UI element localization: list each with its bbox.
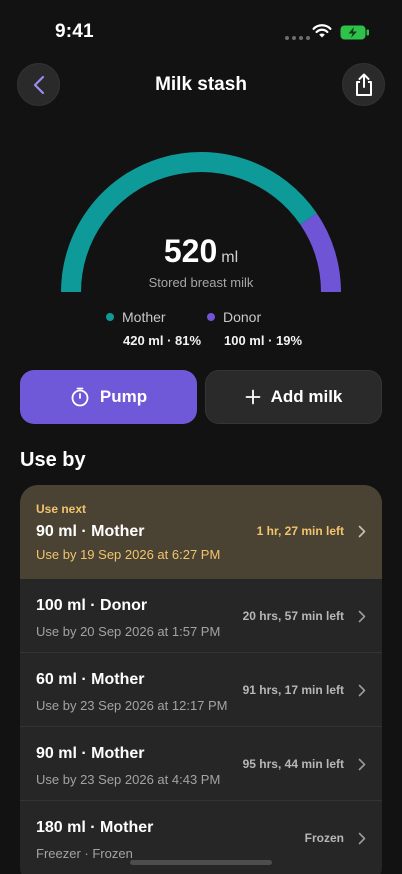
- status-time: 9:41: [55, 21, 94, 42]
- status-bar: 9:41: [0, 0, 402, 54]
- list-item-subtitle: Use by 20 Sep 2026 at 1:57 PM: [36, 624, 221, 639]
- list-item-title: 60 ml · Mother: [36, 671, 145, 688]
- list-item-title: 180 ml · Mother: [36, 819, 154, 836]
- list-item-title: 90 ml · Mother: [36, 523, 145, 540]
- add-milk-button[interactable]: Add milk: [205, 370, 382, 424]
- list-item[interactable]: 60 ml · Mother Use by 23 Sep 2026 at 12:…: [20, 653, 382, 727]
- stored-amount: 520 ml: [0, 233, 402, 270]
- timer-icon: [71, 387, 89, 407]
- use-by-list: Use next 90 ml · Mother Use by 19 Sep 20…: [20, 485, 382, 874]
- stored-amount-unit: ml: [221, 249, 239, 266]
- signal-dots-icon: [285, 36, 310, 40]
- list-item-subtitle: Freezer · Frozen: [36, 846, 133, 861]
- share-button[interactable]: [342, 63, 385, 106]
- list-item-time-left: 91 hrs, 17 min left: [242, 683, 344, 697]
- section-title-use-by: Use by: [20, 449, 86, 471]
- wifi-icon: [312, 24, 332, 38]
- list-item-time-left: 20 hrs, 57 min left: [242, 609, 344, 623]
- list-item-title: 90 ml · Mother: [36, 745, 145, 762]
- share-icon: [355, 73, 372, 96]
- chevron-right-icon: [358, 684, 366, 697]
- list-item-title: 100 ml · Donor: [36, 597, 148, 614]
- gauge-arc-mother: [61, 152, 317, 293]
- list-item-subtitle: Use by 23 Sep 2026 at 12:17 PM: [36, 698, 228, 713]
- list-item[interactable]: 100 ml · Donor Use by 20 Sep 2026 at 1:5…: [20, 579, 382, 653]
- pump-button[interactable]: Pump: [20, 370, 197, 424]
- list-item-subtitle: Use by 23 Sep 2026 at 4:43 PM: [36, 772, 221, 787]
- chevron-right-icon: [358, 832, 366, 845]
- legend-mother-value: 420 ml · 81%: [123, 333, 202, 348]
- mother-dot-icon: [106, 313, 114, 321]
- legend-mother-label: Mother: [122, 309, 166, 325]
- legend-mother: Mother 420 ml · 81%: [106, 309, 201, 348]
- chevron-right-icon: [358, 610, 366, 623]
- legend-donor: Donor 100 ml · 19%: [207, 309, 302, 348]
- list-item-time-left: Frozen: [304, 831, 344, 845]
- list-item-time-left: 1 hr, 27 min left: [256, 524, 344, 538]
- list-item-subtitle: Use by 19 Sep 2026 at 6:27 PM: [36, 547, 221, 562]
- legend-donor-value: 100 ml · 19%: [224, 333, 303, 348]
- use-next-tag: Use next: [36, 502, 87, 516]
- chevron-right-icon: [358, 758, 366, 771]
- home-indicator: [130, 860, 272, 865]
- list-item[interactable]: Use next 90 ml · Mother Use by 19 Sep 20…: [20, 485, 382, 579]
- stored-amount-value: 520: [163, 233, 218, 269]
- donor-dot-icon: [207, 313, 215, 321]
- battery-charging-icon: [340, 25, 369, 40]
- list-item[interactable]: 90 ml · Mother Use by 23 Sep 2026 at 4:4…: [20, 727, 382, 801]
- plus-icon: [245, 389, 260, 405]
- chevron-right-icon: [358, 525, 366, 538]
- list-item-time-left: 95 hrs, 44 min left: [242, 757, 344, 771]
- add-milk-button-label: Add milk: [270, 387, 343, 406]
- stored-label: Stored breast milk: [148, 275, 254, 290]
- pump-button-label: Pump: [99, 387, 148, 406]
- legend-donor-label: Donor: [223, 309, 262, 325]
